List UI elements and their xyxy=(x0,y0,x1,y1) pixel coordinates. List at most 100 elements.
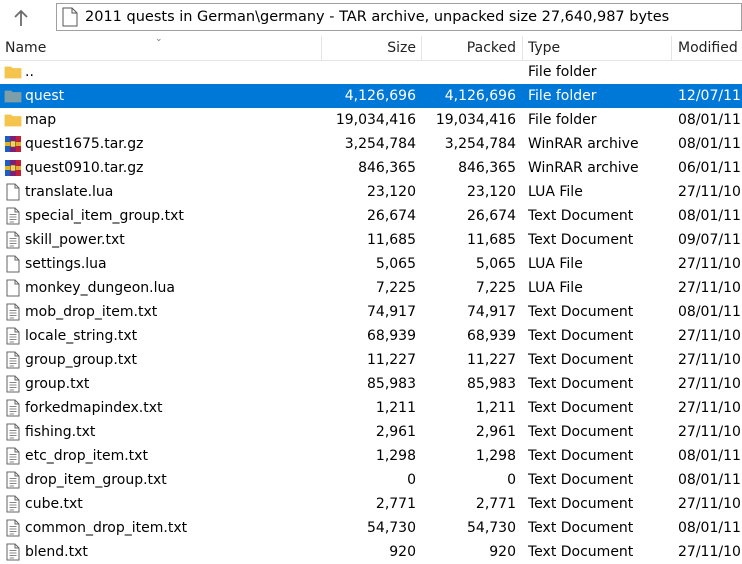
file-modified: 27/11/10 xyxy=(678,280,741,296)
file-type: Text Document xyxy=(528,520,634,536)
file-row[interactable]: skill_power.txt 11,685 11,685 Text Document… xyxy=(0,228,742,252)
file-size: 11,227 xyxy=(367,352,416,368)
text-file-icon xyxy=(4,495,22,513)
file-size: 920 xyxy=(389,544,416,560)
file-modified: 27/11/10 xyxy=(678,424,741,440)
file-modified: 12/07/11 xyxy=(678,88,741,104)
file-name: mob_drop_item.txt xyxy=(25,304,158,320)
file-size: 23,120 xyxy=(367,184,416,200)
file-packed-size: 19,034,416 xyxy=(435,112,516,128)
file-row[interactable]: drop_item_group.txt 0 0 Text Document 08/01/… xyxy=(0,468,742,492)
file-modified: 27/11/10 xyxy=(678,184,741,200)
file-type: Text Document xyxy=(528,544,634,560)
column-divider[interactable] xyxy=(522,36,523,60)
text-file-icon xyxy=(4,327,22,345)
file-packed-size: 920 xyxy=(489,544,516,560)
file-size: 2,961 xyxy=(375,424,416,440)
folder-icon xyxy=(4,111,22,129)
file-row[interactable]: .. File folder xyxy=(0,60,742,84)
file-modified: 08/01/11 xyxy=(678,472,741,488)
file-modified: 27/11/10 xyxy=(678,352,741,368)
text-file-icon xyxy=(4,471,22,489)
file-packed-size: 5,065 xyxy=(475,256,516,272)
file-modified: 27/11/10 xyxy=(678,496,741,512)
file-type: Text Document xyxy=(528,304,634,320)
file-modified: 08/01/11 xyxy=(678,448,741,464)
file-packed-size: 1,298 xyxy=(475,448,516,464)
file-row[interactable]: translate.lua 23,120 23,120 LUA File 27/11/1… xyxy=(0,180,742,204)
address-toolbar: 2011 quests in German\germany - TAR arch… xyxy=(0,0,742,36)
column-divider[interactable] xyxy=(671,36,672,60)
column-type[interactable]: Type xyxy=(528,36,560,60)
folder-icon xyxy=(4,87,22,105)
file-modified: 08/01/11 xyxy=(678,520,741,536)
file-row[interactable]: quest 4,126,696 4,126,696 File folder 12/07/… xyxy=(0,84,742,108)
file-type: Text Document xyxy=(528,472,634,488)
winrar-icon xyxy=(4,159,22,177)
file-size: 846,365 xyxy=(358,160,416,176)
file-name: map xyxy=(25,112,57,128)
file-type: WinRAR archive xyxy=(528,160,639,176)
file-size: 54,730 xyxy=(367,520,416,536)
file-packed-size: 11,227 xyxy=(467,352,516,368)
file-row[interactable]: map 19,034,416 19,034,416 File folder 08/01/… xyxy=(0,108,742,132)
column-packed[interactable]: Packed xyxy=(467,36,516,60)
file-modified: 27/11/10 xyxy=(678,376,741,392)
file-size: 26,674 xyxy=(367,208,416,224)
file-row[interactable]: common_drop_item.txt 54,730 54,730 Text Doc… xyxy=(0,516,742,540)
file-size: 7,225 xyxy=(375,280,416,296)
file-row[interactable]: group_group.txt 11,227 11,227 Text Document… xyxy=(0,348,742,372)
file-row[interactable]: cube.txt 2,771 2,771 Text Document 27/11/10 xyxy=(0,492,742,516)
file-row[interactable]: locale_string.txt 68,939 68,939 Text Docume… xyxy=(0,324,742,348)
file-type: LUA File xyxy=(528,256,583,272)
file-row[interactable]: fishing.txt 2,961 2,961 Text Document 27/11/… xyxy=(0,420,742,444)
file-modified: 27/11/10 xyxy=(678,256,741,272)
file-row[interactable]: quest1675.tar.gz 3,254,784 3,254,784 WinRAR… xyxy=(0,132,742,156)
file-modified: 09/07/11 xyxy=(678,232,741,248)
file-size: 5,065 xyxy=(375,256,416,272)
file-name: locale_string.txt xyxy=(25,328,138,344)
file-row[interactable]: forkedmapindex.txt 1,211 1,211 Text Documen… xyxy=(0,396,742,420)
column-modified[interactable]: Modified xyxy=(678,36,738,60)
file-packed-size: 3,254,784 xyxy=(444,136,516,152)
file-packed-size: 11,685 xyxy=(467,232,516,248)
winrar-icon xyxy=(4,135,22,153)
column-divider[interactable] xyxy=(321,36,322,60)
blank-file-icon xyxy=(4,255,22,273)
column-divider[interactable] xyxy=(421,36,422,60)
file-type: Text Document xyxy=(528,352,634,368)
column-name[interactable]: Name xyxy=(5,36,46,60)
file-modified: 08/01/11 xyxy=(678,208,741,224)
file-name: skill_power.txt xyxy=(25,232,125,248)
file-name: quest1675.tar.gz xyxy=(25,136,144,152)
file-row[interactable]: special_item_group.txt 26,674 26,674 Text D… xyxy=(0,204,742,228)
file-name: translate.lua xyxy=(25,184,114,200)
file-row[interactable]: mob_drop_item.txt 74,917 74,917 Text Docume… xyxy=(0,300,742,324)
file-type: Text Document xyxy=(528,232,634,248)
file-row[interactable]: group.txt 85,983 85,983 Text Document 27/11/… xyxy=(0,372,742,396)
file-name: .. xyxy=(25,64,34,80)
file-type: Text Document xyxy=(528,328,634,344)
file-size: 1,211 xyxy=(375,400,416,416)
blank-file-icon xyxy=(4,279,22,297)
file-row[interactable]: settings.lua 5,065 5,065 LUA File 27/11/10 xyxy=(0,252,742,276)
file-size: 11,685 xyxy=(367,232,416,248)
file-modified: 27/11/10 xyxy=(678,544,741,560)
file-row[interactable]: quest0910.tar.gz 846,365 846,365 WinRAR arc… xyxy=(0,156,742,180)
file-type: LUA File xyxy=(528,280,583,296)
file-type: Text Document xyxy=(528,376,634,392)
column-size[interactable]: Size xyxy=(387,36,416,60)
address-bar[interactable]: 2011 quests in German\germany - TAR arch… xyxy=(56,3,742,31)
file-size: 68,939 xyxy=(367,328,416,344)
file-type: LUA File xyxy=(528,184,583,200)
file-row[interactable]: blend.txt 920 920 Text Document 27/11/10 xyxy=(0,540,742,564)
text-file-icon xyxy=(4,231,22,249)
sort-chevron-icon: ⌄ xyxy=(155,34,163,44)
file-row[interactable]: monkey_dungeon.lua 7,225 7,225 LUA File 27/1… xyxy=(0,276,742,300)
file-name: cube.txt xyxy=(25,496,83,512)
archive-path-text: 2011 quests in German\germany - TAR arch… xyxy=(85,9,670,25)
file-row[interactable]: etc_drop_item.txt 1,298 1,298 Text Document… xyxy=(0,444,742,468)
up-one-level-button[interactable] xyxy=(8,6,34,30)
file-type: Text Document xyxy=(528,208,634,224)
file-modified: 08/01/11 xyxy=(678,112,741,128)
